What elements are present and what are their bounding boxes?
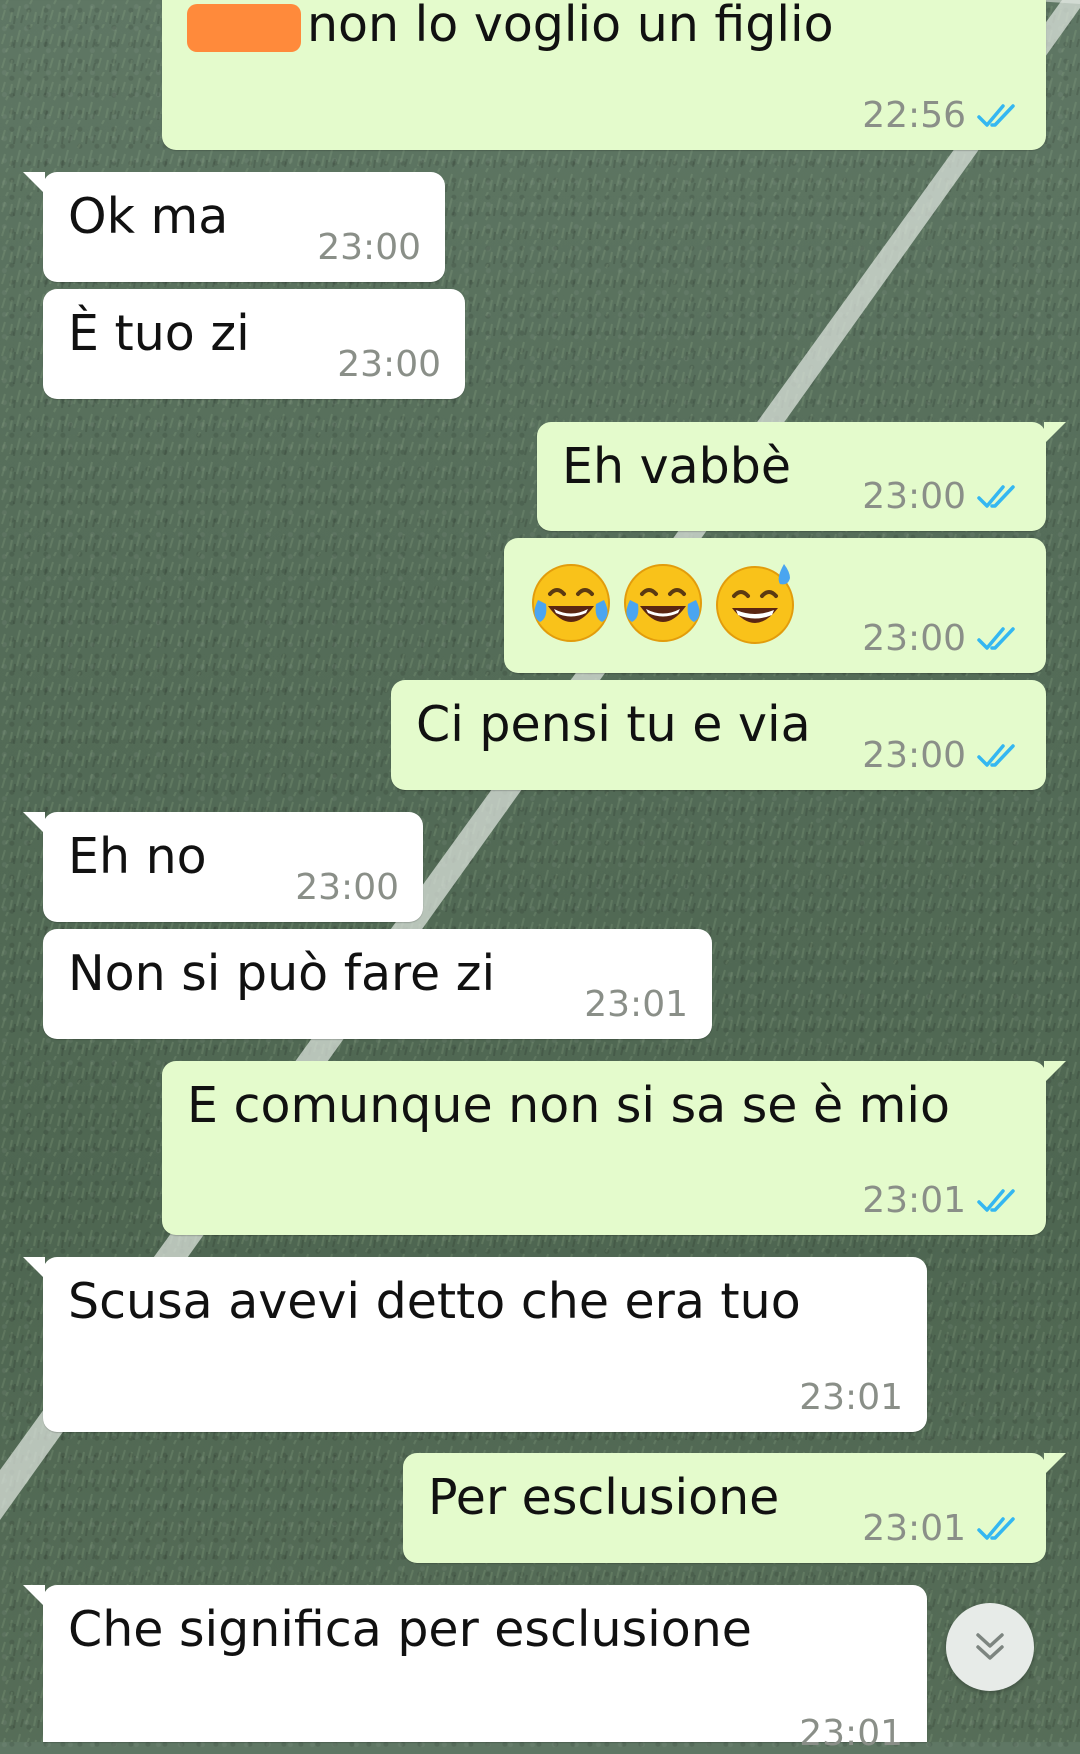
message-outgoing[interactable]: non lo voglio un figlio 22:56 <box>162 0 1046 150</box>
double-check-icon <box>977 743 1015 767</box>
message-incoming[interactable]: È tuo zi 23:00 <box>43 289 465 399</box>
message-time: 23:01 <box>584 984 688 1025</box>
message-time: 23:00 <box>862 476 966 517</box>
message-text: Eh no <box>68 828 207 885</box>
message-time: 23:00 <box>337 344 441 385</box>
message-text: Eh vabbè <box>562 438 791 495</box>
message-outgoing[interactable]: E comunque non si sa se è mio 23:01 <box>162 1061 1066 1235</box>
face-with-tears-of-joy-icon <box>532 564 610 642</box>
double-check-icon <box>977 626 1015 650</box>
face-with-tears-of-joy-icon <box>624 564 702 642</box>
grinning-face-with-sweat-icon <box>716 564 794 644</box>
double-check-icon <box>977 103 1015 127</box>
message-text: Che significa per esclusione <box>68 1601 752 1658</box>
message-incoming[interactable]: Che significa per esclusione 23:01 <box>23 1585 927 1754</box>
scroll-to-bottom-button[interactable] <box>946 1603 1034 1691</box>
message-time: 23:00 <box>295 867 399 908</box>
message-text: Ci pensi tu e via <box>416 696 811 753</box>
message-time: 23:00 <box>862 618 966 659</box>
message-incoming[interactable]: Eh no 23:00 <box>23 812 423 922</box>
message-time: 23:01 <box>799 1377 903 1418</box>
message-time: 23:00 <box>317 227 421 268</box>
redaction-box <box>187 3 301 52</box>
message-outgoing[interactable]: Ci pensi tu e via 23:00 <box>391 680 1046 790</box>
double-check-icon <box>977 484 1015 508</box>
double-check-icon <box>977 1188 1015 1212</box>
message-text: E comunque non si sa se è mio <box>187 1077 950 1134</box>
message-time: 23:01 <box>862 1180 966 1221</box>
message-incoming[interactable]: Scusa avevi detto che era tuo 23:01 <box>23 1257 927 1432</box>
message-text: Ok ma <box>68 188 229 245</box>
message-time: 23:00 <box>862 735 966 776</box>
message-text: È tuo zi <box>68 305 250 362</box>
message-outgoing[interactable]: Per esclusione 23:01 <box>403 1453 1066 1563</box>
message-time: 23:01 <box>799 1713 903 1754</box>
message-outgoing[interactable]: 23:00 <box>504 538 1046 673</box>
message-text: non lo voglio un figlio <box>307 0 834 53</box>
message-time: 23:01 <box>862 1508 966 1549</box>
emoji-row <box>528 560 798 646</box>
message-text: Scusa avevi detto che era tuo <box>68 1273 801 1330</box>
double-chevron-down-icon <box>976 1633 1004 1660</box>
message-outgoing[interactable]: Eh vabbè 23:00 <box>537 422 1066 531</box>
message-text: Non si può fare zi <box>68 945 496 1002</box>
message-time: 22:56 <box>862 95 966 136</box>
message-incoming[interactable]: Non si può fare zi 23:01 <box>43 929 712 1039</box>
message-incoming[interactable]: Ok ma 23:00 <box>23 172 445 282</box>
message-text: Per esclusione <box>428 1469 780 1526</box>
double-check-icon <box>977 1516 1015 1540</box>
